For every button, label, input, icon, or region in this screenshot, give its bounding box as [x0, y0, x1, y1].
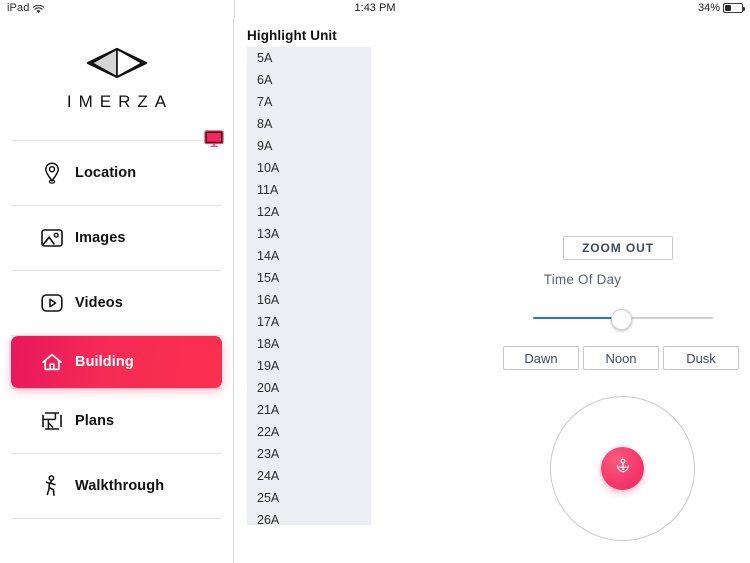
sidebar-item-label: Videos	[75, 295, 123, 311]
sidebar-item-label: Walkthrough	[75, 478, 165, 494]
app-root: iPad 1:43 PM 34% IMERZA Location Images …	[0, 0, 750, 563]
sidebar-item-videos[interactable]: Videos	[0, 271, 233, 335]
sidebar-nav: Location Images Videos Building Plans Wa…	[0, 141, 233, 519]
battery-icon	[723, 3, 745, 13]
unit-list-item[interactable]: 16A	[247, 289, 371, 311]
dawn-button[interactable]: Dawn	[503, 346, 579, 370]
unit-list-item[interactable]: 15A	[247, 267, 371, 289]
play-square-icon	[40, 291, 64, 315]
sidebar-item-walkthrough[interactable]: Walkthrough	[0, 454, 233, 518]
status-bar-divider	[234, 0, 235, 18]
sidebar-item-images[interactable]: Images	[0, 206, 233, 270]
unit-list-item[interactable]: 24A	[247, 465, 371, 487]
sidebar-item-building[interactable]: Building	[11, 336, 222, 388]
time-of-day-buttons: Dawn Noon Dusk	[503, 346, 739, 370]
sidebar-item-plans[interactable]: Plans	[0, 389, 233, 453]
unit-list-item[interactable]: 5A	[247, 47, 371, 69]
unit-list-item[interactable]: 12A	[247, 201, 371, 223]
home-icon	[40, 350, 64, 374]
unit-list-item[interactable]: 6A	[247, 69, 371, 91]
navigation-joystick[interactable]	[550, 396, 695, 541]
slider-thumb[interactable]	[611, 309, 632, 330]
sidebar: IMERZA Location Images Videos Building P…	[0, 18, 234, 563]
unit-list-item[interactable]: 25A	[247, 487, 371, 509]
panel-title: Highlight Unit	[247, 28, 337, 43]
highlight-unit-panel: Highlight Unit 5A 6A 7A 8A 9A 10A 11A 12A 13A 14A…	[235, 18, 415, 563]
unit-list-item[interactable]: 13A	[247, 223, 371, 245]
image-icon	[40, 226, 64, 250]
unit-list-item[interactable]: 8A	[247, 113, 371, 135]
sidebar-item-location[interactable]: Location	[0, 141, 233, 205]
unit-list-item[interactable]: 7A	[247, 91, 371, 113]
sidebar-item-label: Images	[75, 230, 126, 246]
floorplan-icon	[40, 409, 64, 433]
time-of-day-label: Time Of Day	[543, 272, 622, 287]
status-bar: iPad 1:43 PM 34%	[0, 0, 750, 18]
unit-list-item[interactable]: 23A	[247, 443, 371, 465]
status-bar-time: 1:43 PM	[354, 2, 396, 14]
time-of-day-slider[interactable]	[533, 306, 713, 330]
joystick-knob[interactable]	[601, 447, 644, 490]
map-pin-icon	[40, 161, 64, 185]
unit-list-item[interactable]: 18A	[247, 333, 371, 355]
sidebar-item-label: Location	[75, 165, 137, 181]
battery-percent: 34%	[697, 2, 720, 14]
brand-block: IMERZA	[0, 18, 233, 147]
unit-list-item[interactable]: 14A	[247, 245, 371, 267]
imerza-diamond-logo	[85, 46, 149, 80]
sidebar-divider	[11, 518, 222, 519]
viewer-controls: ZOOM OUT Time Of Day Dawn Noon Dusk	[415, 18, 750, 563]
person-navigate-icon	[612, 455, 634, 482]
walking-person-icon	[40, 474, 64, 498]
unit-list-item[interactable]: 20A	[247, 377, 371, 399]
slider-fill	[533, 317, 623, 319]
dusk-button[interactable]: Dusk	[663, 346, 739, 370]
unit-list-item[interactable]: 21A	[247, 399, 371, 421]
noon-button[interactable]: Noon	[583, 346, 659, 370]
sidebar-item-label: Plans	[75, 413, 115, 429]
unit-list[interactable]: 5A 6A 7A 8A 9A 10A 11A 12A 13A 14A 15A 16A 17A 18A 19A…	[247, 47, 371, 525]
status-bar-right: 34%	[697, 2, 745, 14]
unit-list-item[interactable]: 17A	[247, 311, 371, 333]
unit-list-item[interactable]: 10A	[247, 157, 371, 179]
sidebar-item-label: Building	[75, 354, 134, 370]
zoom-out-button[interactable]: ZOOM OUT	[563, 236, 673, 260]
unit-list-item[interactable]: 11A	[247, 179, 371, 201]
unit-list-item[interactable]: 9A	[247, 135, 371, 157]
unit-list-item[interactable]: 22A	[247, 421, 371, 443]
brand-name: IMERZA	[66, 92, 174, 111]
unit-list-item[interactable]: 19A	[247, 355, 371, 377]
unit-list-item[interactable]: 26A	[247, 509, 371, 525]
